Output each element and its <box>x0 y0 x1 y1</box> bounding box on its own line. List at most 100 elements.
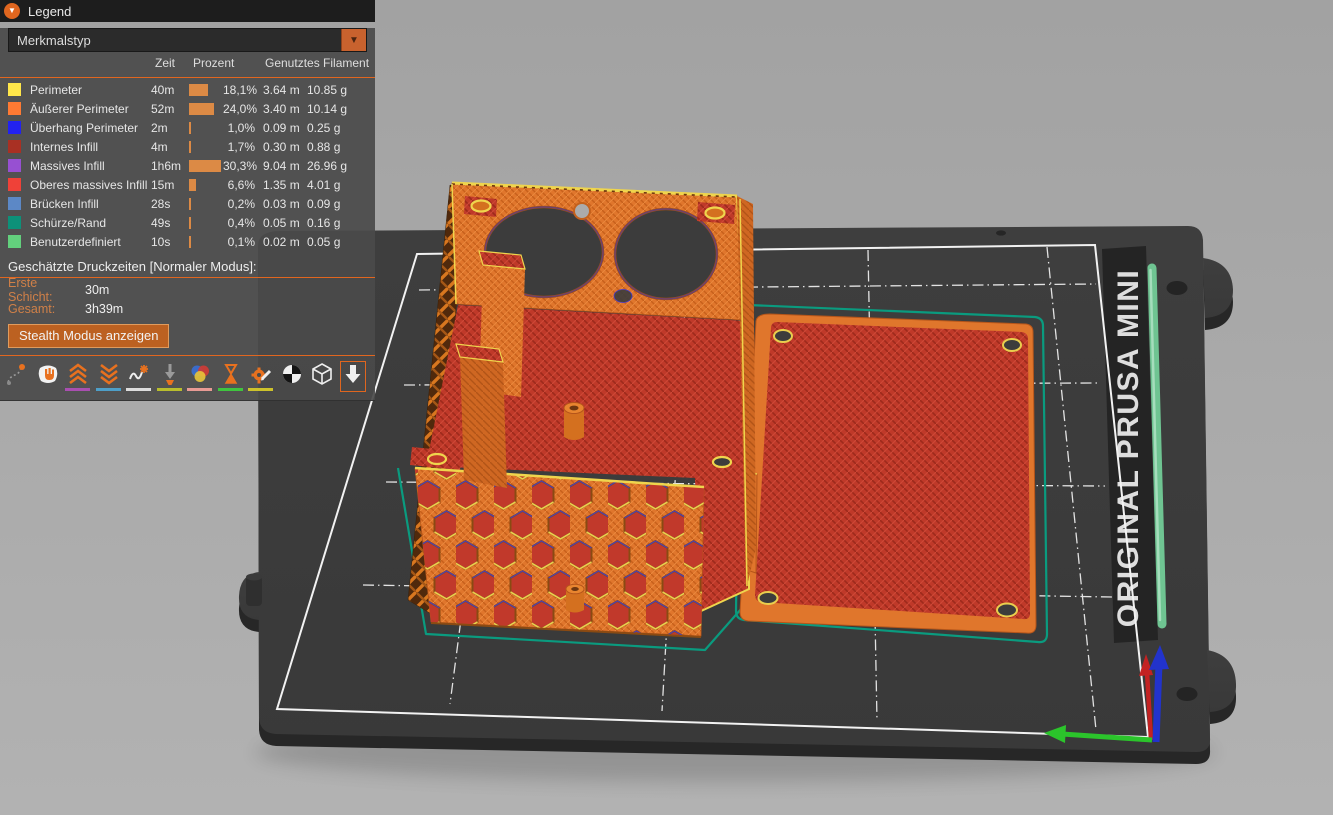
retractions-underline <box>65 388 90 391</box>
feature-time: 1h6m <box>151 159 189 173</box>
chevron-down-icon[interactable]: ▼ <box>341 29 366 51</box>
feature-used-weight: 10.14 g <box>307 102 353 116</box>
estimate-row: Gesamt: 3h39m <box>0 299 375 318</box>
stealth-mode-button[interactable]: Stealth Modus anzeigen <box>8 324 169 348</box>
feature-used-weight: 0.16 g <box>307 216 353 230</box>
pause-prints-icon[interactable] <box>218 361 244 392</box>
color-changes-underline <box>187 388 212 391</box>
feature-used-weight: 10.85 g <box>307 83 353 97</box>
model-lid[interactable] <box>740 314 1036 633</box>
feature-used-length: 0.05 m <box>263 216 307 230</box>
feature-color-swatch <box>8 121 21 134</box>
lid-hole <box>1003 339 1021 351</box>
color-changes-icon[interactable] <box>187 361 213 392</box>
legend-feature-row: Benutzerdefiniert 10s 0,1% 0.02 m 0.05 g <box>0 232 375 251</box>
feature-used-length: 0.03 m <box>263 197 307 211</box>
column-header-time: Zeit <box>155 56 175 70</box>
model-enclosure[interactable] <box>408 183 756 637</box>
feature-percent: 30,3% <box>223 159 255 173</box>
feature-percent: 24,0% <box>223 102 255 116</box>
feature-used-length: 3.40 m <box>263 102 307 116</box>
prusaslicer-preview-window: ORIGINAL PRUSA MINI <box>0 0 1333 815</box>
shells-icon[interactable] <box>309 361 335 392</box>
feature-color-swatch <box>8 159 21 172</box>
legend-feature-row: Äußerer Perimeter 52m 24,0% 3.40 m 10.14… <box>0 99 375 118</box>
feature-percent-bar <box>189 179 223 191</box>
estimate-row: Erste Schicht: 30m <box>0 280 375 299</box>
feature-color-swatch <box>8 140 21 153</box>
feature-label: Massives Infill <box>30 159 151 173</box>
retractions-icon[interactable] <box>65 361 91 392</box>
legend-feature-row: Schürze/Rand 49s 0,4% 0.05 m 0.16 g <box>0 213 375 232</box>
legend-table: Perimeter 40m 18,1% 3.64 m 10.85 g Äußer… <box>0 80 375 251</box>
center-of-mass-icon[interactable] <box>279 361 305 392</box>
feature-color-swatch <box>8 178 21 191</box>
feature-time: 52m <box>151 102 189 116</box>
view-type-value: Merkmalstyp <box>9 29 341 51</box>
lid-hole <box>774 330 792 342</box>
legend-feature-row: Überhang Perimeter 2m 1,0% 0.09 m 0.25 g <box>0 118 375 137</box>
estimate-label: Erste Schicht: <box>8 276 85 304</box>
collapse-arrow-icon[interactable]: ▼ <box>4 3 20 19</box>
feature-percent-bar <box>189 84 223 96</box>
feature-color-swatch <box>8 197 21 210</box>
feature-used-length: 9.04 m <box>263 159 307 173</box>
feature-label: Brücken Infill <box>30 197 151 211</box>
tool-changes-icon[interactable] <box>157 361 183 392</box>
view-options-toolbar <box>0 358 375 394</box>
plate-pin-hole <box>996 230 1006 235</box>
feature-time: 15m <box>151 178 189 192</box>
feature-time: 4m <box>151 140 189 154</box>
feature-used-length: 0.30 m <box>263 140 307 154</box>
legend-feature-row: Oberes massives Infill 15m 6,6% 1.35 m 4… <box>0 175 375 194</box>
feature-percent: 0,4% <box>223 216 255 230</box>
view-type-dropdown[interactable]: Merkmalstyp ▼ <box>8 28 367 52</box>
custom-gcodes-icon[interactable] <box>248 361 274 392</box>
tool-marker-icon[interactable] <box>340 361 366 392</box>
legend-feature-row: Perimeter 40m 18,1% 3.64 m 10.85 g <box>0 80 375 99</box>
seams-underline <box>126 388 151 391</box>
small-hole <box>614 290 632 303</box>
custom-gcodes-underline <box>248 388 273 391</box>
deretractions-icon[interactable] <box>96 361 122 392</box>
lid-hole <box>759 592 778 604</box>
feature-used-weight: 0.88 g <box>307 140 353 154</box>
feature-used-weight: 0.05 g <box>307 235 353 249</box>
feature-percent: 6,6% <box>223 178 255 192</box>
feature-color-swatch <box>8 102 21 115</box>
estimate-value: 30m <box>85 283 109 297</box>
travel-moves-icon[interactable] <box>4 361 30 392</box>
feature-label: Schürze/Rand <box>30 216 151 230</box>
feature-used-length: 3.64 m <box>263 83 307 97</box>
tool-changes-underline <box>157 388 182 391</box>
feature-percent-bar <box>189 103 223 115</box>
feature-percent: 1,7% <box>223 140 255 154</box>
feature-label: Perimeter <box>30 83 151 97</box>
seams-icon[interactable] <box>126 361 152 392</box>
feature-time: 2m <box>151 121 189 135</box>
deretractions-underline <box>96 388 121 391</box>
feature-percent-bar <box>189 217 223 229</box>
legend-panel-title: Legend <box>28 4 71 19</box>
estimates-heading: Geschätzte Druckzeiten [Normaler Modus]: <box>8 259 375 274</box>
feature-percent: 1,0% <box>223 121 255 135</box>
lid-hole <box>997 604 1017 617</box>
wipe-icon[interactable] <box>35 361 61 392</box>
feature-percent: 18,1% <box>223 83 255 97</box>
legend-panel-titlebar[interactable]: ▼ Legend <box>0 0 375 22</box>
feature-time: 49s <box>151 216 189 230</box>
column-header-percent: Prozent <box>193 56 234 70</box>
divider <box>0 355 375 356</box>
feature-used-length: 0.09 m <box>263 121 307 135</box>
feature-used-weight: 0.25 g <box>307 121 353 135</box>
feature-color-swatch <box>8 216 21 229</box>
legend-table-header: Zeit Prozent Genutztes Filament <box>0 56 375 74</box>
divider <box>0 77 375 78</box>
legend-feature-row: Brücken Infill 28s 0,2% 0.03 m 0.09 g <box>0 194 375 213</box>
feature-used-weight: 26.96 g <box>307 159 353 173</box>
estimates-rows: Erste Schicht: 30m Gesamt: 3h39m <box>0 280 375 318</box>
feature-used-weight: 0.09 g <box>307 197 353 211</box>
feature-label: Benutzerdefiniert <box>30 235 151 249</box>
feature-label: Überhang Perimeter <box>30 121 151 135</box>
feature-label: Äußerer Perimeter <box>30 102 151 116</box>
